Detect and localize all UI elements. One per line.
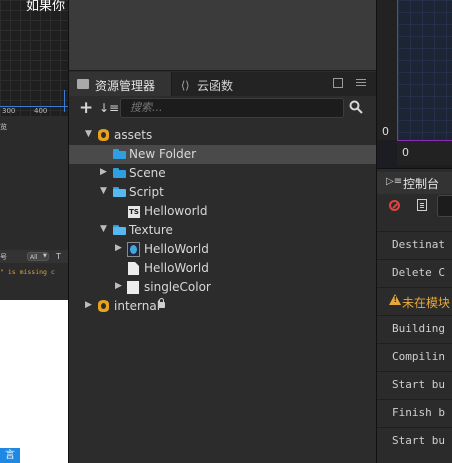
popout-icon[interactable] bbox=[333, 78, 343, 88]
folder-open-icon bbox=[113, 225, 126, 235]
game-view-y-ruler bbox=[377, 0, 397, 140]
axis-tick-400: 400 bbox=[34, 107, 48, 115]
typescript-icon: TS bbox=[128, 206, 140, 218]
tree-item-scene[interactable]: ▶ Scene bbox=[69, 164, 377, 183]
folder-icon bbox=[113, 168, 126, 178]
tree-item-helloworld-texture[interactable]: ▶ HelloWorld bbox=[69, 240, 377, 259]
log-text: Compilin bbox=[392, 350, 445, 363]
tree-item-assets[interactable]: ▼ assets bbox=[69, 126, 377, 145]
folder-icon bbox=[113, 149, 126, 159]
left-partial-panel: 如果你 300 400 览 号 All ▼ T " is missing c 言 bbox=[0, 0, 68, 463]
tree-item-singlecolor[interactable]: ▶ singleColor bbox=[69, 278, 377, 297]
console-log-line: Finish b bbox=[377, 399, 452, 427]
console-filter-input[interactable] bbox=[437, 195, 452, 217]
tree-item-label: assets bbox=[114, 128, 153, 142]
console-log-line: Start bu bbox=[377, 371, 452, 399]
tree-item-label: HelloWorld bbox=[144, 261, 209, 275]
console-log-line: Destinat bbox=[377, 231, 452, 259]
game-view: 0 0 bbox=[377, 0, 452, 169]
y-axis-zero-label: 0 bbox=[382, 125, 389, 138]
database-icon bbox=[98, 129, 109, 142]
tab-asset-manager[interactable]: 资源管理器 bbox=[69, 72, 172, 96]
log-text: Delete C bbox=[392, 266, 445, 279]
log-file-icon[interactable] bbox=[417, 199, 427, 211]
sprite-icon bbox=[127, 281, 139, 294]
tree-item-helloworld-file[interactable]: HelloWorld bbox=[69, 259, 377, 278]
collapse-arrow-icon[interactable]: ▼ bbox=[100, 186, 107, 196]
tree-item-label: internal bbox=[114, 299, 161, 313]
cloud-function-icon: ⟨⟩ bbox=[181, 79, 190, 92]
clear-console-icon[interactable] bbox=[389, 200, 400, 211]
console-warning-line: 未在模块 bbox=[377, 287, 452, 315]
tree-item-label: Texture bbox=[129, 223, 173, 237]
folder-open-icon bbox=[113, 187, 126, 197]
folder-tab-icon bbox=[77, 79, 89, 89]
tree-item-label: New Folder bbox=[129, 147, 197, 161]
console-log-line: Compilin bbox=[377, 343, 452, 371]
expand-arrow-icon[interactable]: ▶ bbox=[115, 243, 122, 253]
tree-item-label: Helloworld bbox=[144, 204, 208, 218]
lock-icon bbox=[158, 298, 165, 308]
tree-item-helloworld-script[interactable]: TS Helloworld bbox=[69, 202, 377, 221]
console-log-line: " is missing c bbox=[0, 268, 55, 276]
console-log-line: Building bbox=[377, 315, 452, 343]
scene-grid bbox=[0, 0, 68, 116]
log-text: Finish b bbox=[392, 406, 445, 419]
left-action-button[interactable]: 言 bbox=[0, 448, 20, 463]
assets-toolbar: + ↓≡ 搜索... bbox=[69, 97, 377, 123]
console-title: 控制台 bbox=[403, 177, 440, 191]
right-partial-panel: 0 0 ▷≡ 控制台 Destinat Delete C 未在模块 Buildi… bbox=[376, 0, 452, 463]
tree-item-label: Scene bbox=[129, 166, 166, 180]
collapse-arrow-icon[interactable]: ▼ bbox=[100, 224, 107, 234]
log-text: Destinat bbox=[392, 238, 445, 251]
preview-area bbox=[69, 0, 377, 71]
expand-arrow-icon[interactable]: ▶ bbox=[85, 300, 92, 310]
log-text: 未在模块 bbox=[402, 296, 451, 310]
log-text: Building bbox=[392, 322, 445, 335]
expand-arrow-icon[interactable]: ▼ bbox=[85, 129, 92, 139]
text-toggle-button[interactable]: T bbox=[56, 252, 61, 261]
tree-item-new-folder[interactable]: New Folder bbox=[69, 145, 377, 164]
file-icon bbox=[128, 262, 139, 275]
filter-label: 号 bbox=[0, 253, 7, 261]
log-text: Start bu bbox=[392, 378, 445, 391]
left-console: 览 号 All ▼ T " is missing c bbox=[0, 116, 68, 300]
search-icon[interactable] bbox=[349, 100, 363, 114]
console-icon: ▷≡ bbox=[386, 176, 403, 187]
tree-item-label: Script bbox=[129, 185, 164, 199]
sort-icon[interactable]: ↓≡ bbox=[99, 101, 119, 115]
tab-console[interactable]: ▷≡ 控制台 bbox=[377, 172, 452, 194]
x-axis-zero-label: 0 bbox=[402, 146, 409, 159]
menu-icon[interactable] bbox=[356, 79, 366, 88]
console-log-line: Delete C bbox=[377, 259, 452, 287]
assets-panel: 资源管理器 ⟨⟩ 云函数 + ↓≡ 搜索... ▼ assets New Fol… bbox=[68, 0, 377, 463]
left-console-tab[interactable]: 览 bbox=[0, 122, 7, 132]
tree-item-texture[interactable]: ▼ Texture bbox=[69, 221, 377, 240]
tree-item-internal[interactable]: ▶ internal bbox=[69, 297, 377, 316]
scene-y-axis bbox=[64, 90, 65, 112]
console-log-line: Start bu bbox=[377, 427, 452, 455]
expand-arrow-icon[interactable]: ▶ bbox=[100, 167, 107, 177]
game-view-canvas[interactable] bbox=[397, 0, 452, 141]
axis-tick-300: 300 bbox=[2, 107, 16, 115]
tree-item-label: HelloWorld bbox=[144, 242, 209, 256]
assets-tab-bar: 资源管理器 ⟨⟩ 云函数 bbox=[69, 72, 377, 96]
texture-icon bbox=[127, 242, 140, 257]
tab-label: 资源管理器 bbox=[95, 79, 156, 93]
scene-caption: 如果你 bbox=[26, 0, 66, 14]
expand-arrow-icon[interactable]: ▶ bbox=[115, 281, 122, 291]
add-icon[interactable]: + bbox=[79, 98, 93, 118]
search-input[interactable]: 搜索... bbox=[120, 98, 344, 118]
database-icon bbox=[98, 300, 109, 313]
warning-icon bbox=[389, 294, 401, 305]
log-text: Start bu bbox=[392, 434, 445, 447]
chevron-down-icon: ▼ bbox=[43, 253, 47, 259]
tree-item-label: singleColor bbox=[144, 280, 211, 294]
tab-label: 云函数 bbox=[197, 79, 234, 93]
tree-item-script[interactable]: ▼ Script bbox=[69, 183, 377, 202]
